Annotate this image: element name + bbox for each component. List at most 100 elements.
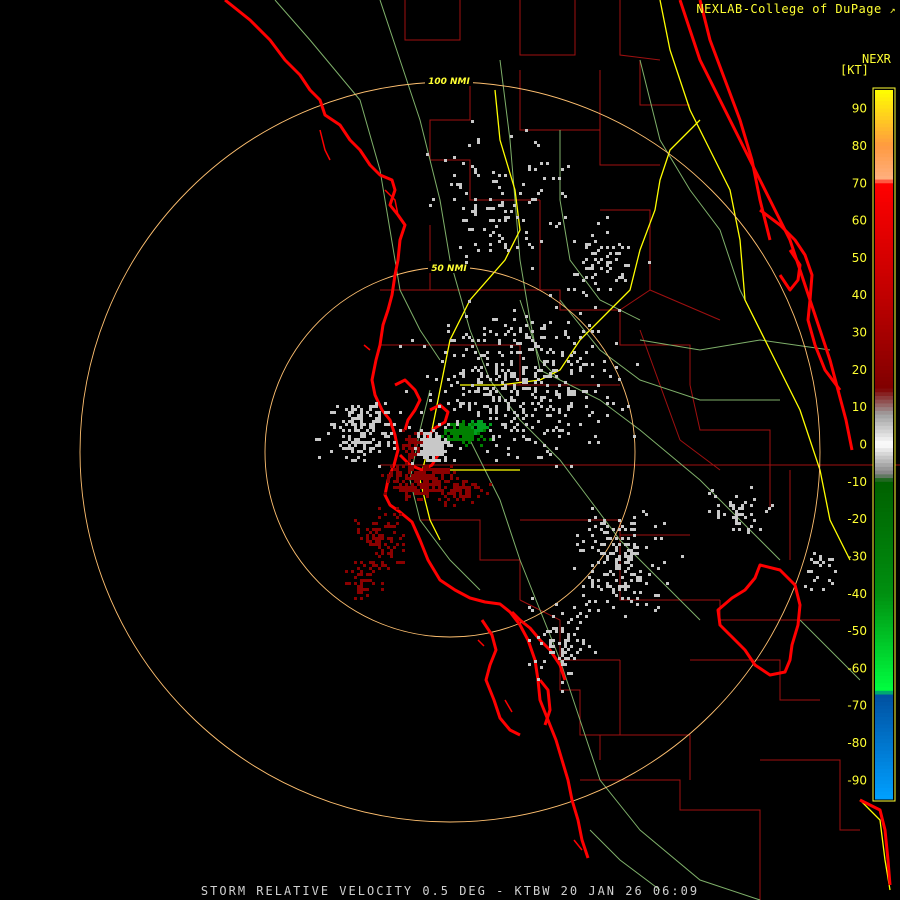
radar-echo [408, 495, 411, 498]
radar-echo [384, 543, 387, 546]
radar-echo [399, 486, 402, 489]
radar-echo [465, 315, 468, 318]
radar-echo [585, 294, 588, 297]
radar-echo [555, 390, 558, 393]
radar-echo [573, 390, 576, 393]
radar-echo [369, 573, 372, 576]
radar-echo [444, 501, 447, 504]
radar-echo [522, 372, 525, 375]
radar-echo [504, 174, 507, 177]
radar-echo [438, 441, 441, 444]
radar-echo [453, 375, 456, 378]
radar-echo [621, 276, 624, 279]
radar-echo [594, 651, 597, 654]
radar-echo [750, 525, 753, 528]
radar-echo [456, 477, 459, 480]
radar-echo [435, 444, 438, 447]
color-bar-segment [875, 728, 893, 733]
radar-echo [432, 480, 435, 483]
color-bar-segment [875, 672, 893, 677]
radar-echo [489, 330, 492, 333]
radar-echo [366, 573, 369, 576]
color-bar-segment [875, 690, 893, 696]
radar-echo [438, 480, 441, 483]
radar-echo [429, 447, 432, 450]
radar-echo [456, 486, 459, 489]
radar-echo [501, 363, 504, 366]
radar-echo [630, 549, 633, 552]
radar-echo [486, 426, 489, 429]
radar-echo [363, 435, 366, 438]
radar-echo [420, 441, 423, 444]
radar-echo [540, 348, 543, 351]
radar-echo [585, 615, 588, 618]
radar-echo [537, 192, 540, 195]
radar-echo [468, 489, 471, 492]
coastline [224, 0, 892, 886]
radar-echo [429, 435, 432, 438]
radar-echo [480, 444, 483, 447]
radar-echo [504, 243, 507, 246]
radar-echo [375, 531, 378, 534]
radar-echo [627, 405, 630, 408]
radar-echo [411, 339, 414, 342]
radar-echo [465, 333, 468, 336]
radar-echo [648, 261, 651, 264]
radar-echo [420, 429, 423, 432]
radar-echo [411, 486, 414, 489]
radar-echo [375, 522, 378, 525]
radar-echo [357, 414, 360, 417]
radar-echo [510, 375, 513, 378]
radar-echo [360, 414, 363, 417]
radar-echo [354, 582, 357, 585]
radar-echo [546, 360, 549, 363]
radar-echo [360, 441, 363, 444]
radar-echo [426, 477, 429, 480]
radar-echo [528, 165, 531, 168]
color-bar-segment [875, 407, 893, 412]
color-bar-segment [875, 638, 893, 643]
radar-echo [474, 351, 477, 354]
radar-echo [585, 405, 588, 408]
radar-echo [663, 522, 666, 525]
radar-echo [405, 489, 408, 492]
radar-echo [513, 384, 516, 387]
radar-echo [474, 486, 477, 489]
radar-echo [468, 495, 471, 498]
radar-echo [453, 339, 456, 342]
radar-echo [531, 414, 534, 417]
radar-echo [528, 201, 531, 204]
radar-echo [546, 384, 549, 387]
radar-echo [612, 588, 615, 591]
radar-echo [369, 423, 372, 426]
radar-echo [465, 432, 468, 435]
radar-echo [594, 525, 597, 528]
radar-echo [738, 513, 741, 516]
color-bar-segment [875, 679, 893, 684]
radar-echo [597, 441, 600, 444]
radar-echo [549, 639, 552, 642]
radar-echo [615, 279, 618, 282]
radar-echo [627, 555, 630, 558]
radar-echo [732, 516, 735, 519]
radar-echo [357, 429, 360, 432]
radar-echo [429, 438, 432, 441]
radar-echo [540, 396, 543, 399]
radar-echo [519, 342, 522, 345]
radar-echo [498, 186, 501, 189]
radar-echo [387, 423, 390, 426]
radar-echo [633, 516, 636, 519]
radar-echo [594, 390, 597, 393]
radar-echo [546, 450, 549, 453]
radar-echo [489, 390, 492, 393]
color-bar-segment [875, 631, 893, 636]
radar-echo [579, 423, 582, 426]
radar-echo [606, 216, 609, 219]
radar-echo [429, 459, 432, 462]
radar-echo [540, 369, 543, 372]
radar-echo [357, 528, 360, 531]
radar-echo [450, 384, 453, 387]
radar-echo [588, 243, 591, 246]
color-bar-segment [875, 444, 893, 449]
radar-echo [483, 333, 486, 336]
